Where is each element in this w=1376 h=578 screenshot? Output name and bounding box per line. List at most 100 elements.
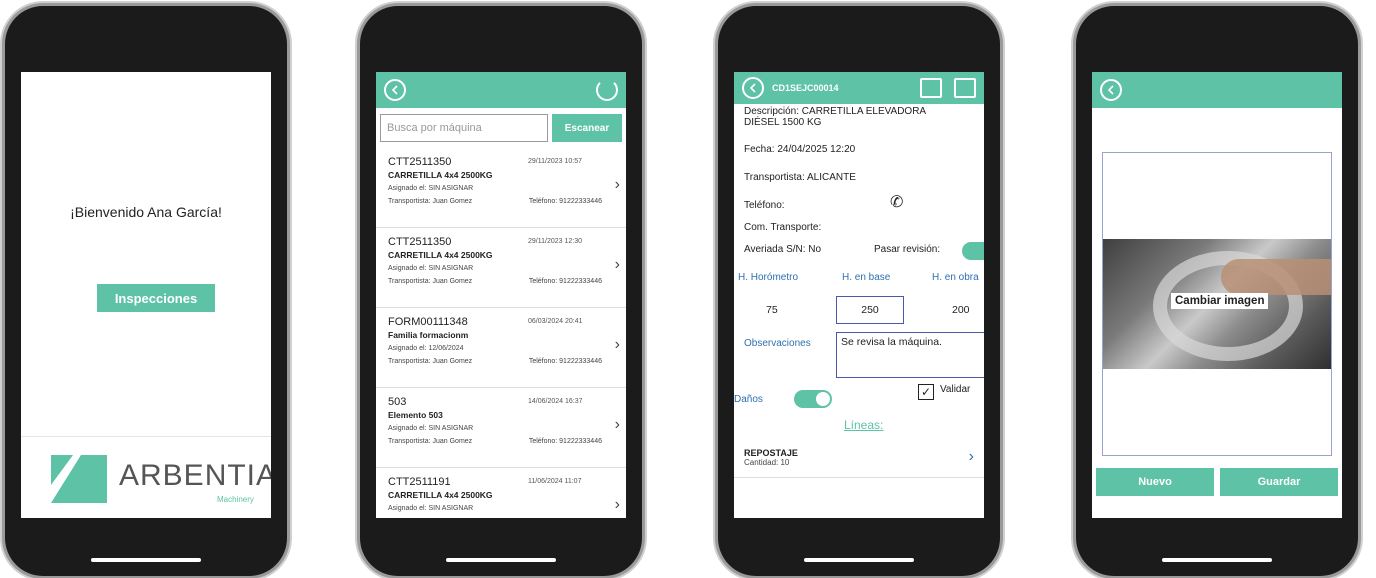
save-button[interactable]: Guardar bbox=[1220, 468, 1338, 496]
item-name: Elemento 503 bbox=[388, 410, 443, 420]
list-item[interactable]: CTT2511350 29/11/2023 10:57 CARRETILLA 4… bbox=[376, 148, 626, 228]
validar-label: Validar bbox=[940, 384, 971, 395]
description-text-2: DIÉSEL 1500 KG bbox=[744, 117, 822, 128]
search-input[interactable]: Busca por máquina bbox=[380, 114, 548, 142]
h-obra-value: 200 bbox=[952, 304, 970, 316]
logo-subtitle: Machinery bbox=[217, 495, 254, 504]
back-button[interactable] bbox=[384, 79, 406, 101]
camera-icon[interactable] bbox=[954, 78, 976, 98]
back-button[interactable] bbox=[1100, 79, 1122, 101]
save-icon[interactable] bbox=[920, 78, 942, 98]
scan-button[interactable]: Escanear bbox=[552, 114, 622, 142]
transportista-text: Transportista: ALICANTE bbox=[744, 172, 856, 183]
chevron-right-icon: › bbox=[614, 256, 620, 273]
home-indicator bbox=[804, 558, 914, 562]
danos-label: Daños bbox=[734, 394, 763, 405]
image-frame: Cambiar imagen bbox=[1102, 152, 1332, 456]
averiada-text: Averiada S/N: No bbox=[744, 244, 822, 255]
item-date: 29/11/2023 12:30 bbox=[528, 238, 582, 245]
pasar-revision-toggle[interactable] bbox=[962, 242, 984, 260]
list-item[interactable]: CTT2511191 11/06/2024 11:07 CARRETILLA 4… bbox=[376, 468, 626, 518]
item-name: Familia formacionm bbox=[388, 330, 469, 340]
description-text: Descripción: CARRETILLA ELEVADORA bbox=[744, 106, 927, 117]
chevron-left-icon bbox=[1107, 85, 1114, 95]
item-date: 06/03/2024 20:41 bbox=[528, 318, 583, 325]
detail-screen: CD1SEJC00014 Descripción: CARRETILLA ELE… bbox=[734, 72, 984, 518]
item-transport: Transportista: Juan Gomez bbox=[388, 438, 473, 445]
home-indicator bbox=[1162, 558, 1272, 562]
change-image-label[interactable]: Cambiar imagen bbox=[1171, 293, 1269, 309]
observaciones-label: Observaciones bbox=[744, 338, 811, 349]
phone-icon[interactable]: ✆ bbox=[890, 192, 903, 212]
list-item[interactable]: 503 14/06/2024 16:37 Elemento 503 Asigna… bbox=[376, 388, 626, 468]
chevron-right-icon: › bbox=[614, 416, 620, 433]
detail-title: CD1SEJC00014 bbox=[772, 83, 839, 93]
list-header bbox=[376, 72, 626, 108]
item-transport: Transportista: Juan Gomez bbox=[388, 358, 473, 365]
item-code: CTT2511350 bbox=[388, 236, 452, 248]
item-meta: Transportista: Juan Gomez Teléfono: 91222… bbox=[388, 358, 616, 365]
item-transport: Transportista: Juan Gomez bbox=[388, 278, 473, 285]
list-item[interactable]: FORM00111348 06/03/2024 20:41 Familia fo… bbox=[376, 308, 626, 388]
h-horometro-value: 75 bbox=[766, 304, 778, 316]
search-row: Busca por máquina Escanear bbox=[376, 108, 626, 148]
image-screen: Cambiar imagen Nuevo Guardar bbox=[1092, 72, 1342, 518]
item-date: 29/11/2023 10:57 bbox=[528, 158, 582, 165]
chevron-right-icon: › bbox=[614, 336, 620, 353]
chevron-right-icon: › bbox=[968, 448, 974, 465]
machine-photo[interactable]: Cambiar imagen bbox=[1103, 239, 1331, 369]
h-base-input[interactable]: 250 bbox=[836, 296, 904, 324]
h-horometro-label: H. Horómetro bbox=[738, 272, 799, 283]
logo-footer: ARBENTIA Machinery bbox=[21, 436, 271, 518]
home-indicator bbox=[446, 558, 556, 562]
arbentia-logo-icon bbox=[51, 455, 107, 503]
refresh-icon[interactable] bbox=[596, 79, 618, 101]
chevron-left-icon bbox=[391, 85, 398, 95]
item-meta: Transportista: Juan Gomez Teléfono: 91222… bbox=[388, 198, 616, 205]
phone-list: Busca por máquina Escanear CTT2511350 29… bbox=[360, 6, 642, 576]
logo-text: ARBENTIA bbox=[119, 459, 271, 492]
fecha-text: Fecha: 24/04/2025 12:20 bbox=[744, 144, 856, 155]
item-assigned: Asignado el: SIN ASIGNAR bbox=[388, 265, 474, 272]
line-title: REPOSTAJE bbox=[744, 448, 798, 458]
item-name: CARRETILLA 4x4 2500KG bbox=[388, 490, 493, 500]
inspecciones-button[interactable]: Inspecciones bbox=[97, 284, 215, 312]
pasar-revision-label: Pasar revisión: bbox=[874, 244, 941, 255]
h-obra-label: H. en obra bbox=[932, 272, 979, 283]
new-button[interactable]: Nuevo bbox=[1096, 468, 1214, 496]
item-date: 11/06/2024 11:07 bbox=[528, 478, 582, 485]
item-code: CTT2511350 bbox=[388, 156, 452, 168]
item-code: CTT2511191 bbox=[388, 476, 451, 488]
phone-welcome: ¡Bienvenido Ana García! Inspecciones ARB… bbox=[5, 6, 287, 576]
item-assigned: Asignado el: SIN ASIGNAR bbox=[388, 185, 474, 192]
danos-toggle[interactable] bbox=[794, 390, 832, 408]
item-date: 14/06/2024 16:37 bbox=[528, 398, 583, 405]
back-button[interactable] bbox=[742, 77, 764, 99]
chevron-right-icon: › bbox=[614, 176, 620, 193]
lineas-link[interactable]: Líneas: bbox=[844, 418, 883, 432]
welcome-text: ¡Bienvenido Ana García! bbox=[70, 204, 222, 220]
item-code: 503 bbox=[388, 396, 407, 408]
home-indicator bbox=[91, 558, 201, 562]
item-phone: Teléfono: 91222333446 bbox=[528, 278, 602, 285]
item-meta: Transportista: Juan Gomez Teléfono: 91222… bbox=[388, 438, 616, 445]
image-header bbox=[1092, 72, 1342, 108]
item-phone: Teléfono: 91222333446 bbox=[528, 198, 602, 205]
validar-checkbox[interactable]: ✓ bbox=[918, 384, 934, 400]
item-assigned: Asignado el: SIN ASIGNAR bbox=[388, 505, 474, 512]
item-assigned: Asignado el: 12/06/2024 bbox=[388, 345, 464, 352]
chevron-right-icon: › bbox=[614, 496, 620, 513]
observaciones-input[interactable]: Se revisa la máquina. bbox=[836, 332, 984, 378]
list-item[interactable]: CTT2511350 29/11/2023 12:30 CARRETILLA 4… bbox=[376, 228, 626, 308]
telefono-text: Teléfono: bbox=[744, 200, 785, 211]
phone-detail: CD1SEJC00014 Descripción: CARRETILLA ELE… bbox=[718, 6, 1000, 576]
item-code: FORM00111348 bbox=[388, 316, 468, 328]
item-transport: Transportista: Juan Gomez bbox=[388, 198, 473, 205]
item-name: CARRETILLA 4x4 2500KG bbox=[388, 170, 493, 180]
h-base-label: H. en base bbox=[842, 272, 891, 283]
line-row[interactable]: REPOSTAJE Cantidad: 10 › bbox=[734, 442, 984, 478]
detail-header: CD1SEJC00014 bbox=[734, 72, 984, 104]
item-meta: Transportista: Juan Gomez Teléfono: 91222… bbox=[388, 278, 616, 285]
phone-image: Cambiar imagen Nuevo Guardar bbox=[1076, 6, 1358, 576]
item-phone: Teléfono: 91222333446 bbox=[528, 438, 602, 445]
